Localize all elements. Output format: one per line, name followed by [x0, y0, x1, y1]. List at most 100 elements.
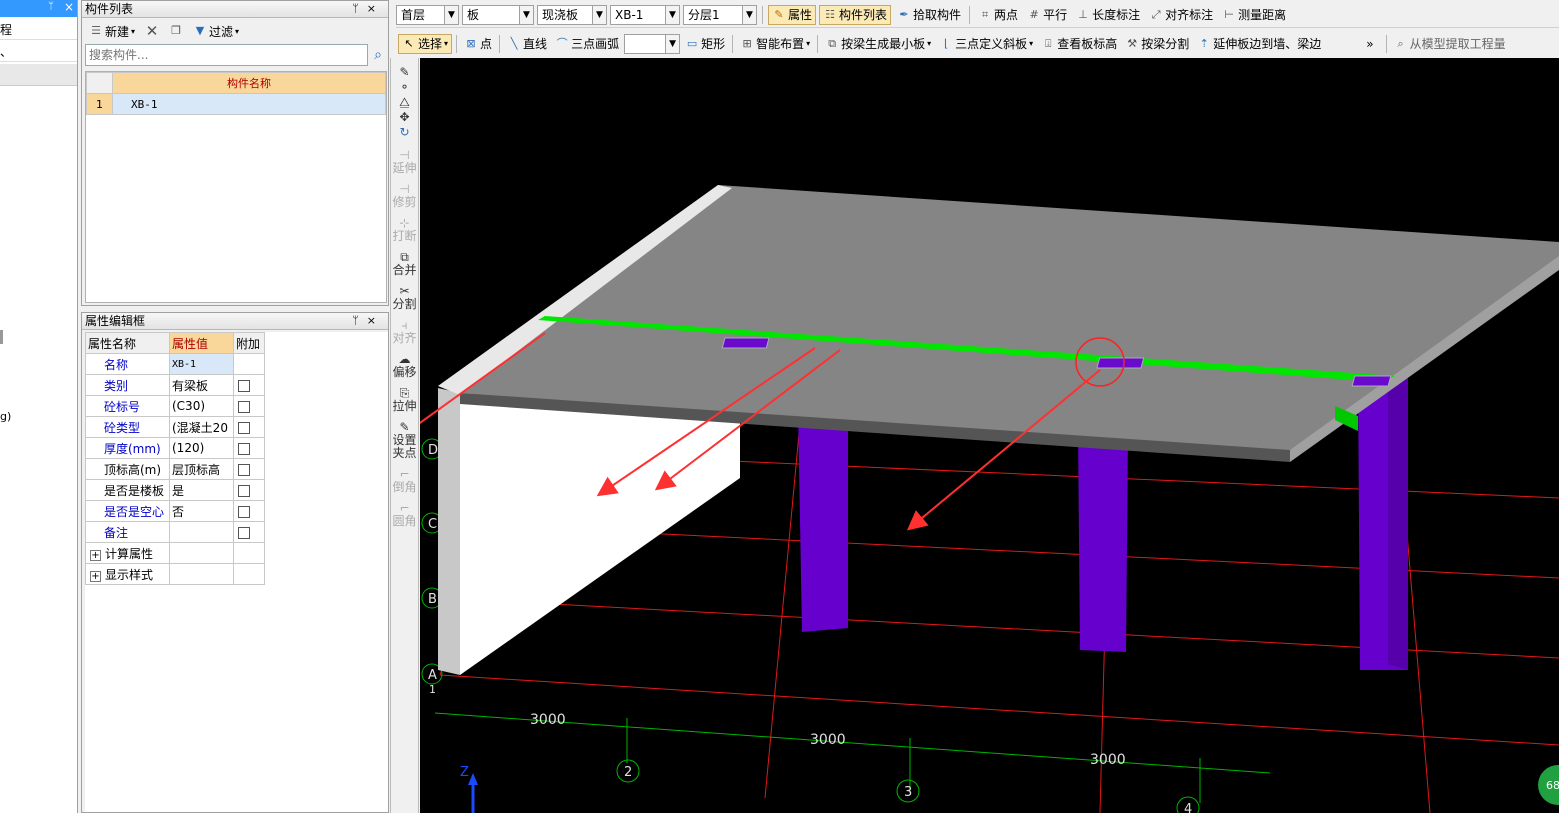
rectangle-button[interactable]: ▭ 矩形	[682, 34, 728, 54]
search-input[interactable]	[86, 46, 367, 64]
floor-select[interactable]: 首层 ▼	[396, 4, 459, 25]
extract-quantities-button[interactable]: ⌕ 从模型提取工程量	[1391, 34, 1509, 54]
property-row[interactable]: 是否是楼板是	[85, 479, 265, 501]
expand-icon[interactable]: +	[90, 570, 101, 582]
left-dock-item[interactable]: 、	[0, 42, 77, 62]
delete-button[interactable]: ✕	[142, 21, 162, 41]
copy-button[interactable]: ❐	[166, 21, 186, 41]
line-button[interactable]: ╲ 直线	[504, 34, 550, 54]
group-row[interactable]: + 显示样式	[85, 563, 265, 585]
property-value[interactable]	[169, 521, 234, 543]
merge-tool[interactable]: ⧉ 合并	[391, 251, 418, 277]
new-button[interactable]: ☰ 新建 ▾	[86, 21, 138, 41]
property-value[interactable]: 有梁板	[169, 374, 234, 396]
measure-distance-button[interactable]: ⊢ 测量距离	[1219, 5, 1289, 25]
properties-button[interactable]: ✎ 属性	[768, 4, 817, 25]
property-row[interactable]: 类别 有梁板	[85, 374, 265, 396]
type-select[interactable]: 现浇板 ▼	[537, 4, 607, 25]
property-row[interactable]: 砼标号 (C30)	[85, 395, 265, 417]
extra-checkbox[interactable]	[238, 442, 250, 455]
more-tools-icon[interactable]: »	[1366, 37, 1373, 51]
pick-component-button[interactable]: ✒ 拾取构件	[894, 5, 964, 25]
chamfer-tool[interactable]: ⌐ 倒角	[391, 468, 418, 494]
mirror-icon[interactable]: ⧋	[391, 96, 418, 109]
offset-tool[interactable]: ☁ 偏移	[391, 353, 418, 379]
extra-checkbox[interactable]	[238, 463, 250, 476]
property-value[interactable]: XB-1	[169, 353, 234, 375]
break-tool[interactable]: ⊹ 打断	[391, 217, 418, 243]
property-row[interactable]: 名称 XB-1	[85, 353, 265, 375]
viewport-canvas[interactable]: 3000 3000 3000 D C B A 1 2 3 4 Z 68	[420, 58, 1559, 813]
three-point-arc-button[interactable]: ⌒ 三点画弧	[552, 34, 622, 54]
extra-checkbox[interactable]	[238, 379, 250, 392]
property-value[interactable]: 否	[169, 500, 234, 522]
viewport-3d[interactable]: 3000 3000 3000 D C B A 1 2 3 4 Z 68	[420, 58, 1559, 813]
copy-icon[interactable]: ⚬	[391, 81, 418, 94]
property-row[interactable]: 备注	[85, 521, 265, 543]
slab-selection-marker[interactable]	[721, 337, 770, 349]
set-grip-tool[interactable]: ✎ 设置夹点	[391, 421, 418, 460]
length-dimension-button[interactable]: ⊥ 长度标注	[1073, 5, 1143, 25]
extra-checkbox[interactable]	[238, 505, 250, 518]
fillet-tool[interactable]: ⌐ 圆角	[391, 502, 418, 528]
filter-label: 过滤	[209, 24, 234, 39]
header-value: 属性值	[169, 332, 234, 354]
parallel-button[interactable]: # 平行	[1024, 5, 1070, 25]
filter-button[interactable]: ▼ 过滤 ▾	[190, 21, 242, 41]
property-row[interactable]: 顶标高(m) 层顶标高	[85, 458, 265, 480]
trim-tool[interactable]: ⊣ 修剪	[391, 183, 418, 209]
panel-controls[interactable]: ᛘ×	[352, 313, 384, 329]
extend-slab-edge-button[interactable]: ⇡ 延伸板边到墙、梁边	[1194, 34, 1324, 54]
split-tool[interactable]: ✂ 分割	[391, 285, 418, 311]
group-row[interactable]: + 计算属性	[85, 542, 265, 564]
select-button[interactable]: ↖ 选择 ▾	[398, 33, 453, 54]
sublayer-select[interactable]: 分层1 ▼	[683, 4, 757, 25]
header-extra: 附加	[233, 332, 265, 354]
two-points-button[interactable]: ⌗ 两点	[975, 5, 1021, 25]
button-label: 点	[480, 37, 493, 51]
property-value[interactable]: 是	[169, 479, 234, 501]
close-icon[interactable]: ×	[64, 0, 74, 14]
property-value[interactable]: 层顶标高	[169, 458, 234, 480]
slab-selection-marker[interactable]	[1351, 375, 1392, 387]
extend-tool[interactable]: ⊣ 延伸	[391, 149, 418, 175]
rotate-icon[interactable]: ↻	[391, 126, 418, 139]
split-by-beam-button[interactable]: ⚒ 按梁分割	[1122, 34, 1192, 54]
property-value[interactable]: (C30)	[169, 395, 234, 417]
svg-text:Z: Z	[460, 765, 469, 780]
column-header[interactable]: 构件名称	[112, 72, 386, 94]
category-select[interactable]: 板 ▼	[462, 4, 534, 25]
extra-checkbox[interactable]	[238, 526, 250, 539]
generate-min-slab-button[interactable]: ⧉ 按梁生成最小板 ▾	[822, 34, 934, 54]
left-dock-header: ᛘ ×	[0, 0, 77, 17]
align-dimension-button[interactable]: ⤢ 对齐标注	[1146, 5, 1216, 25]
move-icon[interactable]: ✥	[391, 111, 418, 124]
align-tool[interactable]: ⫞ 对齐	[391, 319, 418, 345]
arc-mode-select[interactable]: ▼	[624, 33, 681, 54]
property-value[interactable]: (120)	[169, 437, 234, 459]
component-list-button[interactable]: ☷ 构件列表	[819, 4, 892, 25]
define-sloped-slab-button[interactable]: ⌊ 三点定义斜板 ▾	[936, 34, 1036, 54]
property-value[interactable]: (混凝土20	[169, 416, 234, 438]
property-row[interactable]: 是否是空心否	[85, 500, 265, 522]
component-name-cell[interactable]: XB-1	[112, 93, 386, 115]
draw-icon[interactable]: ✎	[391, 66, 418, 79]
property-row[interactable]: 砼类型 (混凝土20	[85, 416, 265, 438]
extra-checkbox[interactable]	[238, 484, 250, 497]
component-select[interactable]: XB-1 ▼	[610, 4, 680, 25]
smart-layout-button[interactable]: ⊞ 智能布置 ▾	[737, 34, 813, 54]
extra-checkbox[interactable]	[238, 421, 250, 434]
stretch-tool[interactable]: ⎘ 拉伸	[391, 387, 418, 413]
table-row[interactable]: 1 XB-1	[86, 93, 386, 115]
pin-icon[interactable]: ᛘ	[48, 1, 54, 12]
expand-icon[interactable]: +	[90, 549, 101, 561]
slab-selection-marker[interactable]	[1096, 357, 1145, 369]
search-icon[interactable]: ⌕	[371, 48, 385, 62]
view-slab-elevation-button[interactable]: ⍗ 查看板标高	[1038, 34, 1120, 54]
left-dock-item[interactable]: 程	[0, 20, 77, 40]
panel-controls[interactable]: ᛘ×	[352, 1, 384, 17]
extra-checkbox[interactable]	[238, 400, 250, 413]
property-row[interactable]: 厚度(mm) (120)	[85, 437, 265, 459]
point-button[interactable]: ⊠ 点	[461, 34, 495, 54]
button-label: 三点画弧	[571, 37, 620, 51]
